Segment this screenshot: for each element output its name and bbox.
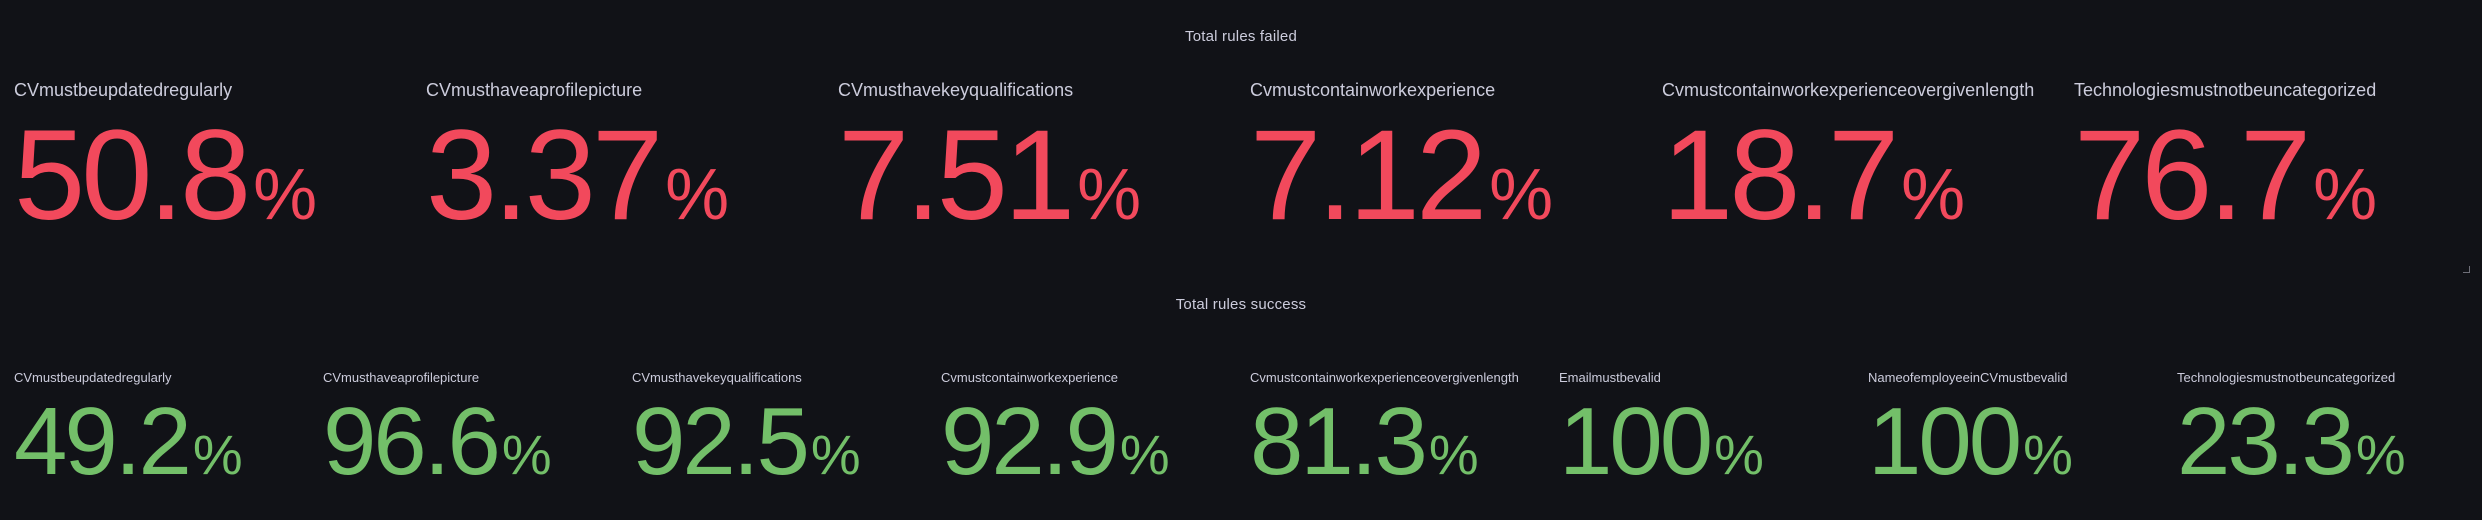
stat-unit: % bbox=[1428, 423, 1479, 486]
stat-number: 81.3 bbox=[1250, 388, 1428, 495]
stat-number: 92.9 bbox=[941, 388, 1119, 495]
stat-label: CVmusthaveaprofilepicture bbox=[426, 80, 643, 100]
stat-number: 50.8 bbox=[14, 104, 251, 247]
stat-label: Technologiesmustnotbeuncategorized bbox=[2074, 80, 2377, 100]
stat-value: 92.5% bbox=[632, 394, 861, 490]
stat-label: Technologiesmustnotbeuncategorized bbox=[2177, 370, 2396, 385]
stat-unit: % bbox=[192, 423, 243, 486]
stat-label: Cvmustcontainworkexperienceovergivenleng… bbox=[1662, 80, 2035, 100]
stat-number: 18.7 bbox=[1662, 104, 1899, 247]
stat-label: Cvmustcontainworkexperience bbox=[1250, 80, 1496, 100]
stat-label: Emailmustbevalid bbox=[1559, 370, 1661, 385]
stat-label: CVmusthavekeyqualifications bbox=[632, 370, 802, 385]
total-rules-failed-panel: Total rules failed CVmustbeupdatedregula… bbox=[0, 0, 2482, 280]
stat-unit: % bbox=[1489, 155, 1554, 235]
stat-unit: % bbox=[2023, 423, 2073, 486]
stat-value: 81.3% bbox=[1250, 394, 1479, 490]
stat-number: 96.6 bbox=[323, 388, 501, 495]
stat-value: 100% bbox=[1559, 394, 1764, 490]
stat-unit: % bbox=[1077, 155, 1142, 235]
stat-value: 18.7% bbox=[1662, 112, 1965, 240]
panel-title[interactable]: Total rules success bbox=[0, 296, 2482, 313]
stat-number: 3.37 bbox=[426, 104, 663, 247]
stat-unit: % bbox=[1714, 423, 1764, 486]
stat-label: NameofemployeeinCVmustbevalid bbox=[1868, 370, 2068, 385]
stat-number: 7.12 bbox=[1250, 104, 1487, 247]
stat-label: CVmusthavekeyqualifications bbox=[838, 80, 1074, 100]
stat-value: 7.51% bbox=[838, 112, 1141, 240]
stat-unit: % bbox=[665, 155, 730, 235]
stat-number: 100 bbox=[1868, 388, 2022, 495]
stat-value: 96.6% bbox=[323, 394, 552, 490]
stat-unit: % bbox=[2313, 155, 2378, 235]
stat-unit: % bbox=[253, 155, 318, 235]
stat-number: 76.7 bbox=[2074, 104, 2311, 247]
stat-label: Cvmustcontainworkexperienceovergivenleng… bbox=[1250, 370, 1519, 385]
stat-number: 7.51 bbox=[838, 104, 1075, 247]
stat-value: 3.37% bbox=[426, 112, 729, 240]
stat-label: Cvmustcontainworkexperience bbox=[941, 370, 1119, 385]
stat-number: 92.5 bbox=[632, 388, 810, 495]
stat-label: CVmustbeupdatedregularly bbox=[14, 370, 172, 385]
panel-resize-handle[interactable] bbox=[2463, 266, 2470, 273]
stat-value: 76.7% bbox=[2074, 112, 2377, 240]
stat-value: 100% bbox=[1868, 394, 2073, 490]
stat-unit: % bbox=[2355, 423, 2406, 486]
stat-label: CVmustbeupdatedregularly bbox=[14, 80, 233, 100]
stat-value: 7.12% bbox=[1250, 112, 1553, 240]
total-rules-success-panel: Total rules success CVmustbeupdatedregul… bbox=[0, 280, 2482, 520]
stat-value: 49.2% bbox=[14, 394, 243, 490]
stat-number: 100 bbox=[1559, 388, 1713, 495]
stat-unit: % bbox=[501, 423, 552, 486]
stat-unit: % bbox=[810, 423, 861, 486]
stat-value: 23.3% bbox=[2177, 394, 2406, 490]
stat-number: 49.2 bbox=[14, 388, 192, 495]
panel-title[interactable]: Total rules failed bbox=[0, 28, 2482, 45]
stat-label: CVmusthaveaprofilepicture bbox=[323, 370, 480, 385]
stat-number: 23.3 bbox=[2177, 388, 2355, 495]
stat-unit: % bbox=[1901, 155, 1966, 235]
stat-unit: % bbox=[1119, 423, 1170, 486]
stat-value: 92.9% bbox=[941, 394, 1170, 490]
stat-value: 50.8% bbox=[14, 112, 317, 240]
